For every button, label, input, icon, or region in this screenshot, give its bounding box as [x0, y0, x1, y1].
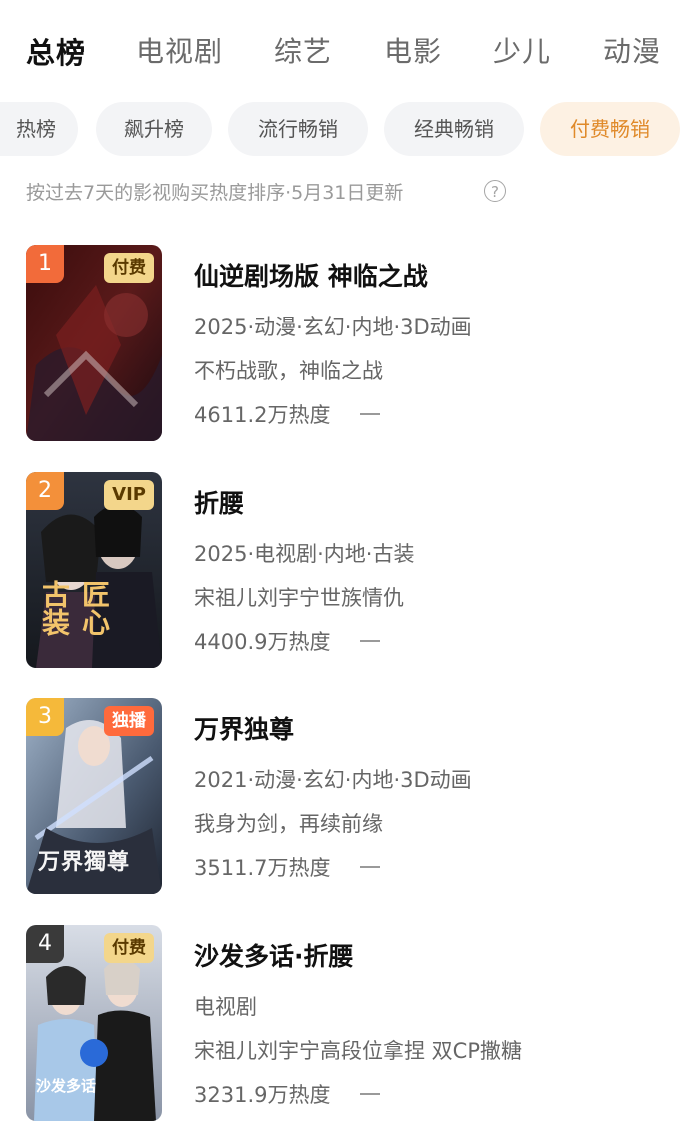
- item-meta: 2025·动漫·玄幻·内地·3D动画: [194, 315, 472, 339]
- rank-badge: 1: [26, 245, 64, 283]
- tab-variety[interactable]: 综艺: [274, 30, 332, 70]
- tab-tv-series[interactable]: 电视剧: [136, 30, 223, 70]
- help-icon[interactable]: ?: [484, 180, 506, 202]
- item-heat: 4400.9万热度: [194, 630, 331, 654]
- tab-overall[interactable]: 总榜: [26, 30, 86, 72]
- paid-badge: 付费: [104, 933, 154, 963]
- trend-flat-icon: [360, 866, 380, 868]
- item-meta: 2021·动漫·玄幻·内地·3D动画: [194, 768, 472, 792]
- sort-description: 按过去7天的影视购买热度排序·5月31日更新: [26, 182, 404, 204]
- item-title: 仙逆剧场版 神临之战: [194, 262, 428, 291]
- rank-badge: 4: [26, 925, 64, 963]
- tab-movie[interactable]: 电影: [384, 30, 442, 70]
- paid-badge: 付费: [104, 253, 154, 283]
- exclusive-badge: 独播: [104, 706, 154, 736]
- item-title: 沙发多话·折腰: [194, 942, 354, 971]
- trend-flat-icon: [360, 640, 380, 642]
- poster-image[interactable]: 匠心 古装 2 VIP: [26, 472, 162, 668]
- list-item[interactable]: 匠心 古装 2 VIP 折腰 2025·电视剧·内地·古装 宋祖儿刘宇宁世族情仇…: [26, 472, 666, 668]
- item-description: 宋祖儿刘宇宁世族情仇: [194, 586, 404, 610]
- poster-text: 万界獨尊: [38, 850, 131, 875]
- chip-rising-list[interactable]: 飙升榜: [96, 102, 212, 156]
- list-item[interactable]: 万界獨尊 3 独播 万界独尊 2021·动漫·玄幻·内地·3D动画 我身为剑，再…: [26, 698, 666, 894]
- item-description: 我身为剑，再续前缘: [194, 812, 383, 836]
- item-heat: 3231.9万热度: [194, 1083, 331, 1107]
- list-item[interactable]: 1 付费 仙逆剧场版 神临之战 2025·动漫·玄幻·内地·3D动画 不朽战歌，…: [26, 245, 666, 441]
- ranking-type-chips: 热榜 飙升榜 流行畅销 经典畅销 付费畅销: [0, 102, 690, 158]
- chip-classic-sales[interactable]: 经典畅销: [384, 102, 524, 156]
- poster-text: 匠心 古装: [38, 580, 111, 636]
- category-tabs: 总榜 电视剧 综艺 电影 少儿 动漫: [0, 22, 690, 82]
- chip-popular-sales[interactable]: 流行畅销: [228, 102, 368, 156]
- item-description: 宋祖儿刘宇宁高段位拿捏 双CP撒糖: [194, 1039, 523, 1063]
- chip-paid-sales[interactable]: 付费畅销: [540, 102, 680, 156]
- trend-flat-icon: [360, 413, 380, 415]
- poster-image[interactable]: 1 付费: [26, 245, 162, 441]
- tab-kids[interactable]: 少儿: [493, 30, 551, 70]
- chip-hot-list[interactable]: 热榜: [0, 102, 78, 156]
- rank-badge: 2: [26, 472, 64, 510]
- trend-flat-icon: [360, 1093, 380, 1095]
- poster-text: 沙发多话: [36, 1077, 97, 1095]
- poster-image[interactable]: 沙发多话 4 付费: [26, 925, 162, 1121]
- item-description: 不朽战歌，神临之战: [194, 359, 383, 383]
- item-meta: 2025·电视剧·内地·古装: [194, 542, 415, 566]
- item-heat: 4611.2万热度: [194, 403, 331, 427]
- list-item[interactable]: 沙发多话 4 付费 沙发多话·折腰 电视剧 宋祖儿刘宇宁高段位拿捏 双CP撒糖 …: [26, 925, 666, 1121]
- item-title: 折腰: [194, 489, 245, 518]
- item-heat: 3511.7万热度: [194, 856, 331, 880]
- poster-image[interactable]: 万界獨尊 3 独播: [26, 698, 162, 894]
- vip-badge: VIP: [104, 480, 154, 510]
- rank-badge: 3: [26, 698, 64, 736]
- tab-anime[interactable]: 动漫: [603, 30, 661, 70]
- item-title: 万界独尊: [194, 715, 295, 744]
- item-meta: 电视剧: [194, 995, 257, 1019]
